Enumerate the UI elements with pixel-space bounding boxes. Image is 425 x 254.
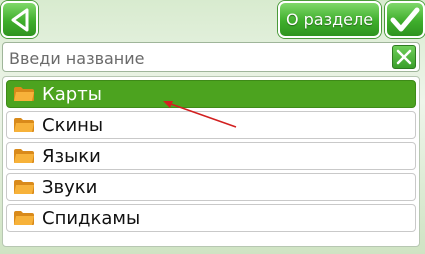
list-item-maps[interactable]: Карты — [6, 80, 416, 108]
back-triangle-icon — [11, 8, 28, 31]
list-item-label: Языки — [42, 145, 101, 167]
clear-search-button[interactable] — [392, 45, 416, 69]
top-toolbar: О разделе — [0, 0, 425, 40]
list-item-label: Скины — [42, 114, 104, 136]
list-item-sounds[interactable]: Звуки — [6, 173, 416, 201]
list-item-label: Звуки — [42, 176, 98, 198]
confirm-button[interactable] — [385, 1, 425, 38]
back-button[interactable] — [1, 1, 38, 38]
folder-icon — [14, 180, 34, 194]
about-section-label: О разделе — [285, 10, 374, 29]
list-item-speedcams[interactable]: Спидкамы — [6, 204, 416, 232]
list-item-skins[interactable]: Скины — [6, 111, 416, 139]
list-item-label: Спидкамы — [42, 207, 141, 229]
list-item-label: Карты — [42, 83, 102, 105]
search-box — [2, 42, 420, 72]
search-input[interactable] — [7, 46, 389, 70]
list-item-languages[interactable]: Языки — [6, 142, 416, 170]
close-x-icon — [396, 49, 412, 65]
folder-icon — [14, 149, 34, 163]
folder-icon — [14, 87, 34, 101]
folder-icon — [14, 118, 34, 132]
folder-icon — [14, 211, 34, 225]
category-list: Карты Скины Языки Звуки Спидкамы — [2, 76, 420, 247]
about-section-button[interactable]: О разделе — [278, 1, 381, 38]
checkmark-icon — [390, 7, 420, 31]
